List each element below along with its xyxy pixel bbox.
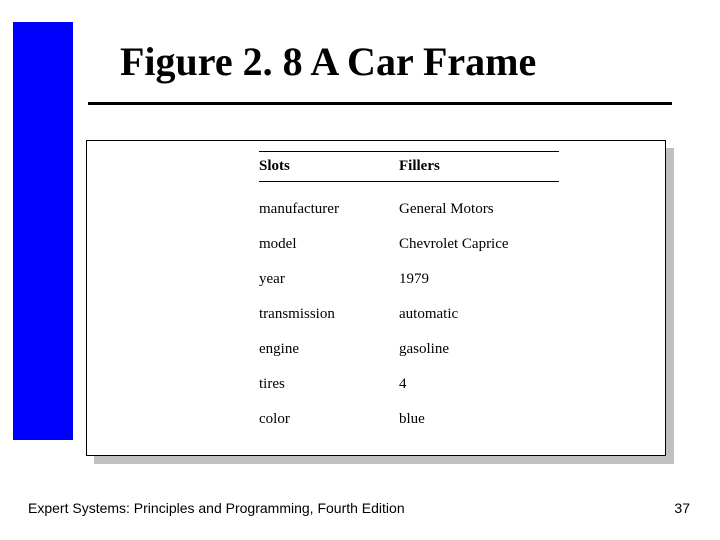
accent-bar — [13, 22, 73, 440]
cell-filler: 4 — [399, 376, 569, 393]
table-row: manufacturer General Motors — [259, 192, 579, 227]
cell-slot: engine — [259, 341, 399, 358]
cell-slot: transmission — [259, 306, 399, 323]
table-row: model Chevrolet Caprice — [259, 227, 579, 262]
cell-slot: manufacturer — [259, 201, 399, 218]
table-row: tires 4 — [259, 367, 579, 402]
cell-slot: color — [259, 411, 399, 428]
page-number: 37 — [674, 500, 690, 516]
cell-slot: model — [259, 236, 399, 253]
table-row: engine gasoline — [259, 332, 579, 367]
table-row: year 1979 — [259, 262, 579, 297]
cell-filler: blue — [399, 411, 569, 428]
cell-filler: automatic — [399, 306, 569, 323]
header-slots: Slots — [259, 158, 399, 175]
cell-filler: gasoline — [399, 341, 569, 358]
frame-table: Slots Fillers manufacturer General Motor… — [259, 151, 579, 437]
table-header-row: Slots Fillers — [259, 152, 579, 181]
table-body: manufacturer General Motors model Chevro… — [259, 192, 579, 437]
footer-text: Expert Systems: Principles and Programmi… — [28, 500, 405, 516]
table-row: transmission automatic — [259, 297, 579, 332]
figure-panel: Slots Fillers manufacturer General Motor… — [86, 140, 666, 456]
cell-filler: 1979 — [399, 271, 569, 288]
cell-filler: General Motors — [399, 201, 569, 218]
cell-slot: tires — [259, 376, 399, 393]
cell-filler: Chevrolet Caprice — [399, 236, 569, 253]
title-underline — [88, 102, 672, 105]
table-rule-bottom — [259, 181, 559, 182]
slide-title: Figure 2. 8 A Car Frame — [120, 38, 536, 85]
cell-slot: year — [259, 271, 399, 288]
header-fillers: Fillers — [399, 158, 569, 175]
table-row: color blue — [259, 402, 579, 437]
